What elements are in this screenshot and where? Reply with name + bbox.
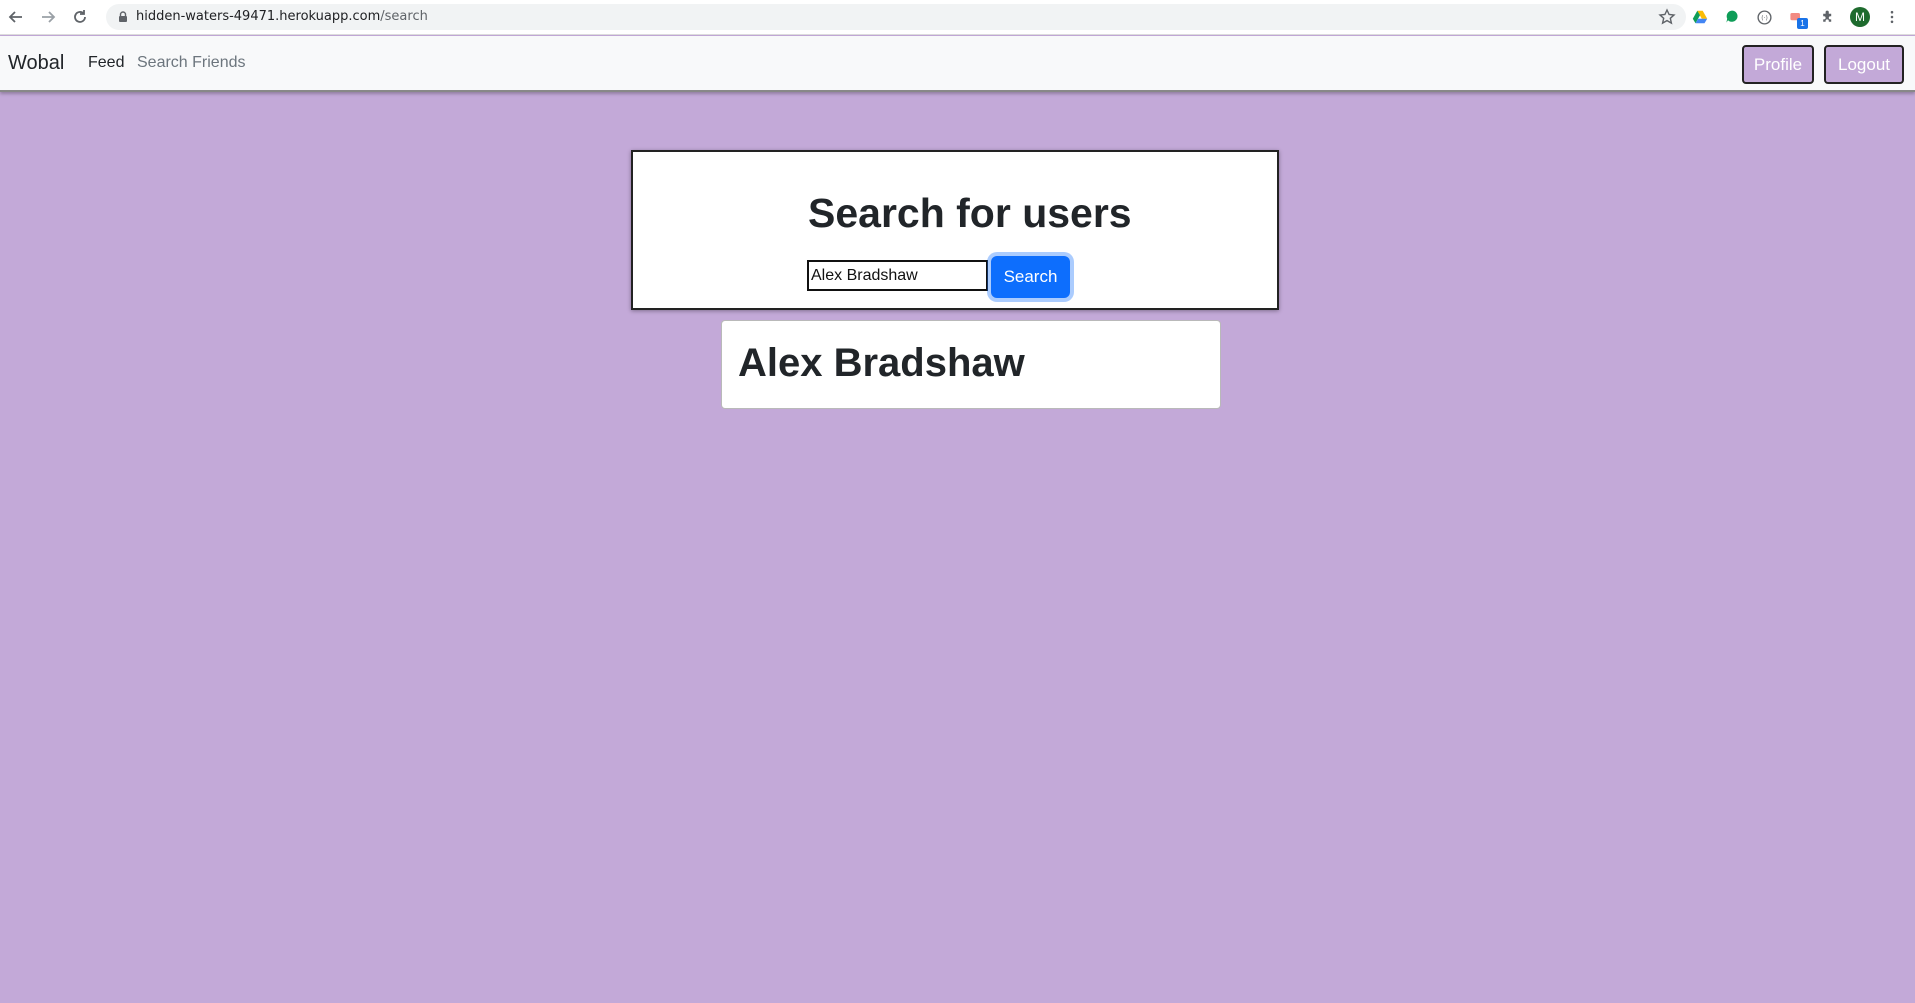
profile-avatar[interactable]: M: [1850, 7, 1870, 27]
extension-circle-icon[interactable]: (·): [1754, 7, 1774, 27]
reload-icon[interactable]: [69, 6, 91, 28]
url-text: hidden-waters-49471.herokuapp.com/search: [136, 9, 428, 24]
back-icon[interactable]: [5, 6, 27, 28]
extension-green-icon[interactable]: [1722, 7, 1742, 27]
brand-link[interactable]: Wobal: [8, 52, 64, 75]
url-host: hidden-waters-49471.herokuapp.com: [136, 9, 381, 24]
profile-button[interactable]: Profile: [1742, 45, 1814, 84]
address-bar[interactable]: hidden-waters-49471.herokuapp.com/search: [106, 4, 1686, 30]
lock-icon: [119, 11, 127, 22]
search-button[interactable]: Search: [991, 256, 1070, 298]
extension-badge-count: 1: [1797, 18, 1808, 29]
search-input[interactable]: [807, 260, 988, 291]
nav-link-search-friends[interactable]: Search Friends: [137, 54, 246, 72]
browser-toolbar: hidden-waters-49471.herokuapp.com/search…: [0, 0, 1915, 35]
nav-link-feed[interactable]: Feed: [88, 54, 124, 72]
url-path: /search: [380, 9, 428, 24]
profile-initial: M: [1850, 7, 1870, 27]
forward-icon[interactable]: [37, 6, 59, 28]
search-title: Search for users: [808, 190, 1132, 236]
app-navbar: Wobal Feed Search Friends Profile Logout: [0, 36, 1915, 92]
search-card: Search for users Search: [631, 150, 1279, 310]
google-drive-icon[interactable]: [1690, 7, 1710, 27]
result-user-name[interactable]: Alex Bradshaw: [738, 341, 1025, 386]
logout-button[interactable]: Logout: [1824, 45, 1904, 84]
result-card[interactable]: Alex Bradshaw: [721, 320, 1221, 409]
svg-text:(·): (·): [1761, 15, 1768, 22]
extension-badge-icon[interactable]: 1: [1786, 7, 1808, 29]
menu-kebab-icon[interactable]: [1882, 7, 1902, 27]
bookmark-star-icon[interactable]: [1658, 8, 1676, 26]
puzzle-icon[interactable]: [1818, 7, 1838, 27]
